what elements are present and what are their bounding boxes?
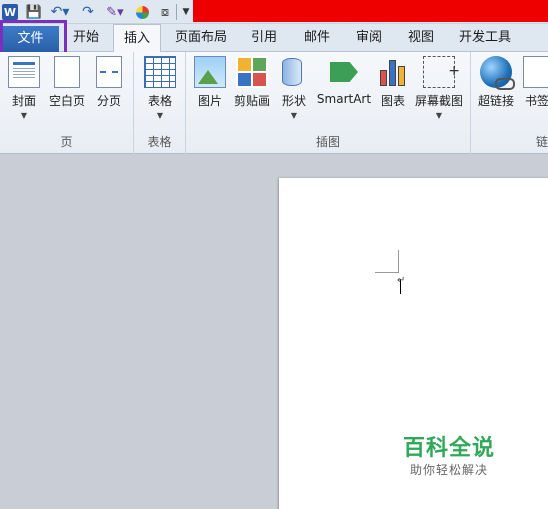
paragraph-mark-icon: ↵	[397, 275, 406, 286]
watermark-subtitle: 助你轻松解决	[410, 463, 489, 477]
tab-page-layout[interactable]: 页面布局	[166, 24, 236, 52]
word-icon[interactable]: W	[2, 4, 18, 20]
bookmark-icon	[523, 56, 548, 88]
picture-label: 图片	[197, 94, 222, 108]
format-painter-icon[interactable]: ✎▾	[104, 3, 126, 21]
shapes-icon	[278, 56, 310, 88]
shapes-button[interactable]: 形状 ▼	[278, 56, 310, 120]
tab-references[interactable]: 引用	[241, 24, 287, 52]
chevron-down-icon: ▼	[20, 111, 28, 120]
cover-page-button[interactable]: 封面 ▼	[6, 56, 42, 120]
cover-page-label: 封面	[11, 94, 36, 108]
blank-page-label: 空白页	[48, 94, 85, 108]
clip-art-icon	[236, 56, 268, 88]
blank-page-button[interactable]: 空白页	[46, 56, 88, 109]
ribbon-tabs: 文件 开始 插入 页面布局 引用 邮件 审阅 视图 开发工具	[0, 24, 548, 53]
screenshot-label: 屏幕截图	[414, 94, 463, 108]
smartart-label: SmartArt	[316, 92, 372, 106]
ribbon-insert: 封面 ▼ 空白页 分页 页 表格 ▼ 表格 图片 剪贴画 形状 ▼ SmartA…	[0, 52, 548, 154]
tab-review[interactable]: 审阅	[346, 24, 392, 52]
undo-icon[interactable]: ↶▾	[50, 3, 70, 21]
hyperlink-label: 超链接	[477, 94, 514, 108]
screenshot-button[interactable]: 屏幕截图 ▼	[414, 56, 464, 120]
table-icon	[144, 56, 176, 88]
picture-icon	[194, 56, 226, 88]
save-icon[interactable]: 💾	[26, 3, 42, 21]
bookmark-label: 书签	[524, 94, 548, 108]
smartart-button[interactable]: SmartArt	[316, 56, 372, 106]
clip-art-button[interactable]: 剪贴画	[232, 56, 272, 109]
redo-icon[interactable]: ↷	[80, 3, 96, 21]
screenshot-icon	[423, 56, 460, 88]
tab-home[interactable]: 开始	[62, 24, 110, 52]
page-break-label: 分页	[96, 94, 121, 108]
title-bar	[193, 0, 548, 22]
toolbar-divider	[176, 4, 177, 20]
group-links: 超链接 书签 链	[471, 52, 548, 154]
hyperlink-button[interactable]: 超链接	[477, 56, 515, 109]
table-button[interactable]: 表格 ▼	[142, 56, 178, 120]
watermark-title: 百科全说	[403, 436, 496, 461]
group-tables: 表格 ▼ 表格	[134, 52, 186, 154]
chart-label: 图表	[380, 94, 405, 108]
bookmark-button[interactable]: 书签	[523, 56, 548, 109]
picture-button[interactable]: 图片	[194, 56, 226, 109]
tab-mailings[interactable]: 邮件	[294, 24, 340, 52]
tab-file[interactable]: 文件	[2, 26, 59, 52]
smartart-icon	[328, 56, 360, 88]
group-pages: 封面 ▼ 空白页 分页 页	[0, 52, 134, 154]
clear-format-icon[interactable]: ⧇	[156, 3, 174, 21]
page-break-button[interactable]: 分页	[92, 56, 126, 109]
group-tables-label: 表格	[147, 135, 172, 149]
cover-page-icon	[8, 56, 40, 88]
shapes-label: 形状	[281, 94, 306, 108]
clip-art-label: 剪贴画	[233, 94, 270, 108]
group-illustrations: 图片 剪贴画 形状 ▼ SmartArt 图表 + 屏幕截图 ▼ 插图	[186, 52, 471, 154]
chart-button[interactable]: 图表	[376, 56, 410, 109]
chevron-down-icon: ▼	[290, 111, 298, 120]
chevron-down-icon: ▼	[435, 111, 443, 120]
customize-toolbar-icon[interactable]: ▼	[180, 3, 192, 21]
group-pages-label: 页	[60, 135, 73, 149]
tab-developer[interactable]: 开发工具	[452, 24, 518, 52]
tab-insert[interactable]: 插入	[113, 24, 161, 53]
group-links-label: 链	[535, 135, 548, 149]
chart-icon	[377, 56, 409, 88]
blank-page-icon	[54, 56, 80, 88]
chevron-down-icon: ▼	[156, 111, 164, 120]
tab-view[interactable]: 视图	[398, 24, 444, 52]
margin-marker	[398, 250, 399, 273]
table-label: 表格	[147, 94, 172, 108]
hyperlink-icon	[480, 56, 515, 90]
group-illustrations-label: 插图	[315, 135, 340, 149]
color-palette-icon[interactable]	[134, 3, 150, 21]
margin-marker	[375, 272, 399, 273]
page-break-icon	[96, 56, 122, 88]
quick-access-toolbar: W 💾 ↶▾ ↷ ✎▾ ⧇ ▼	[0, 0, 548, 24]
